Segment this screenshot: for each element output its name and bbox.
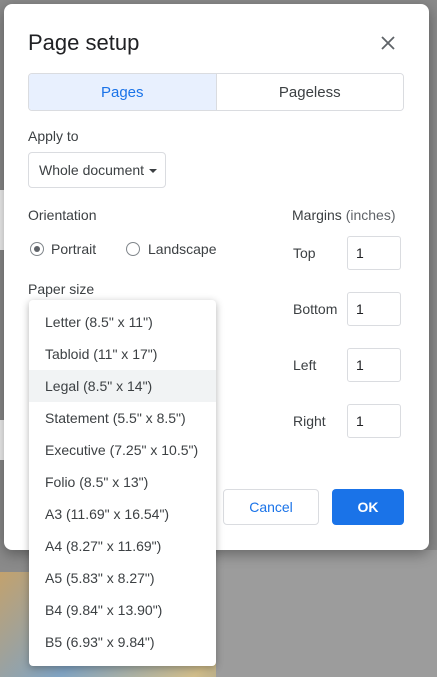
apply-to-value: Whole document [39,162,145,178]
mode-toggle: Pages Pageless [28,73,404,111]
portrait-radio[interactable] [30,242,44,256]
paper-size-option-b4[interactable]: B4 (9.84" x 13.90") [29,594,216,626]
margin-right-label: Right [293,413,326,429]
dialog-title: Page setup [28,30,140,55]
margin-left-input[interactable] [347,348,401,382]
margins-label: Margins (inches) [292,207,395,223]
margins-unit: (inches) [345,207,396,223]
ok-button[interactable]: OK [332,489,404,525]
paper-size-option-b5[interactable]: B5 (6.93" x 9.84") [29,626,216,658]
chevron-down-icon [149,169,157,173]
paper-size-option-a3[interactable]: A3 (11.69" x 16.54") [29,498,216,530]
tab-pages[interactable]: Pages [29,74,217,110]
margin-top-label: Top [293,245,316,261]
paper-size-option-legal[interactable]: Legal (8.5" x 14") [29,370,216,402]
close-icon[interactable] [376,31,400,55]
landscape-radio[interactable] [126,242,140,256]
paper-size-option-statement[interactable]: Statement (5.5" x 8.5") [29,402,216,434]
paper-size-option-tabloid[interactable]: Tabloid (11" x 17") [29,338,216,370]
paper-size-option-executive[interactable]: Executive (7.25" x 10.5") [29,434,216,466]
margin-right-input[interactable] [347,404,401,438]
paper-size-option-a4[interactable]: A4 (8.27" x 11.69") [29,530,216,562]
paper-size-dropdown: Letter (8.5" x 11") Tabloid (11" x 17") … [29,300,216,666]
margins-title: Margins [292,207,342,223]
paper-size-option-folio[interactable]: Folio (8.5" x 13") [29,466,216,498]
apply-to-select[interactable]: Whole document [28,152,166,188]
margin-bottom-label: Bottom [293,301,338,317]
margin-left-label: Left [293,357,317,373]
margin-bottom-input[interactable] [347,292,401,326]
portrait-label[interactable]: Portrait [51,241,96,257]
orientation-label: Orientation [28,207,97,223]
margin-top-input[interactable] [347,236,401,270]
apply-to-label: Apply to [28,128,79,144]
paper-size-label: Paper size [28,281,95,297]
paper-size-option-letter[interactable]: Letter (8.5" x 11") [29,306,216,338]
cancel-button[interactable]: Cancel [223,489,319,525]
landscape-label[interactable]: Landscape [148,241,217,257]
paper-size-option-a5[interactable]: A5 (5.83" x 8.27") [29,562,216,594]
tab-pageless[interactable]: Pageless [216,74,403,110]
background-scrim [216,550,437,677]
